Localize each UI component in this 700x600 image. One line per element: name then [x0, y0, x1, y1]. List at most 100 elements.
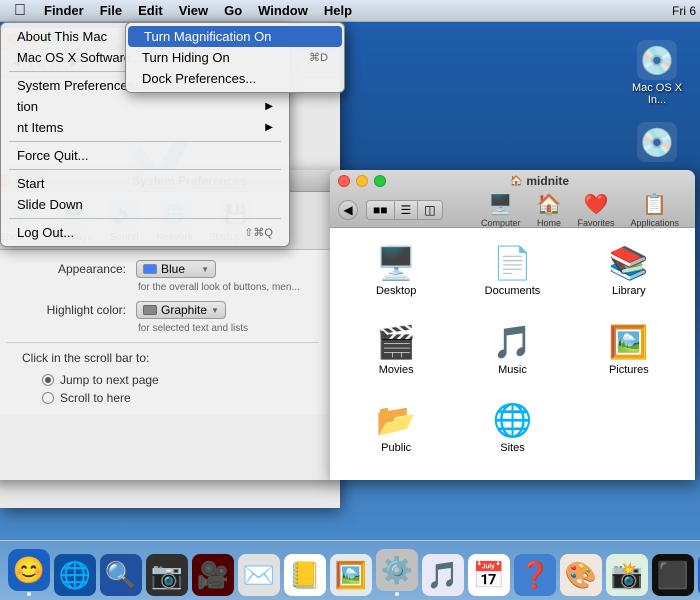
- ical-dock-icon: 📅: [468, 554, 510, 596]
- dock-icon-ical[interactable]: 📅: [468, 554, 510, 596]
- prefs-separator: [6, 342, 319, 343]
- list-item[interactable]: 📚 Library: [573, 238, 685, 313]
- dock-icon-terminal[interactable]: ⬛: [652, 554, 694, 596]
- desktop-folder-icon: 🖥️: [376, 244, 416, 282]
- appearance-hint: for the overall look of buttons, men...: [138, 282, 319, 293]
- dock-icon-mail[interactable]: ✉️: [238, 554, 280, 596]
- dock-icon-sherlock[interactable]: 🔍: [100, 554, 142, 596]
- finder-min-btn[interactable]: [356, 175, 368, 187]
- dock-submenu[interactable]: Turn Magnification On Turn Hiding On ⌘D …: [125, 22, 345, 93]
- dock-icon-itunes[interactable]: 🎵: [422, 554, 464, 596]
- menubar:  Finder File Edit View Go Window Help F…: [0, 0, 700, 22]
- list-item[interactable]: 🎬 Movies: [340, 317, 452, 392]
- highlight-dropdown-arrow: ▼: [211, 306, 219, 315]
- finder-close-btn[interactable]: [338, 175, 350, 187]
- finder-column-view-btn[interactable]: ◫: [418, 201, 441, 219]
- dock-icon-addressbook[interactable]: 📒: [284, 554, 326, 596]
- home-icon-img: 🏠: [537, 192, 562, 217]
- finder-grid: 🖥️ Desktop 📄 Documents 📚 Library 🎬 Movie…: [330, 228, 695, 480]
- highlight-hint: for selected text and lists: [138, 323, 319, 334]
- menu-window[interactable]: Window: [250, 0, 316, 22]
- finder-max-btn[interactable]: [374, 175, 386, 187]
- itunes-dock-icon: 🎵: [422, 554, 464, 596]
- help-dock-icon: ❓: [514, 554, 556, 596]
- menu-edit[interactable]: Edit: [130, 0, 171, 22]
- finder-favorites-icon[interactable]: ❤️ Favorites: [577, 192, 614, 228]
- desktop:  Finder File Edit View Go Window Help F…: [0, 0, 700, 600]
- mail-dock-icon: ✉️: [238, 554, 280, 596]
- submenu-hiding[interactable]: Turn Hiding On ⌘D: [126, 47, 344, 68]
- menu-finder[interactable]: Finder: [36, 0, 92, 22]
- cd-icon: 💿: [637, 122, 677, 162]
- menu-file[interactable]: File: [92, 0, 130, 22]
- preview-dock-icon: 🖼️: [330, 554, 372, 596]
- dock-menu-recent[interactable]: nt Items ▶: [1, 117, 289, 138]
- scroll-here-label: Scroll to here: [60, 391, 131, 405]
- finder-home-icon[interactable]: 🏠 Home: [537, 192, 562, 228]
- finder-back-btn[interactable]: ◀: [338, 200, 358, 220]
- desktop-folder-label: Desktop: [376, 285, 416, 297]
- menu-view[interactable]: View: [171, 0, 216, 22]
- dock-icon-preview[interactable]: 🖼️: [330, 554, 372, 596]
- menu-go[interactable]: Go: [216, 0, 250, 22]
- graphic-dock-icon: 🎨: [560, 554, 602, 596]
- finder-icon-view-btn[interactable]: ■■: [367, 201, 395, 219]
- favorites-label: Favorites: [577, 218, 614, 228]
- scroll-jump-radio[interactable]: [42, 374, 54, 386]
- highlight-color-swatch: [143, 305, 157, 315]
- appearance-value: Blue: [161, 262, 185, 276]
- dock-icon-finder[interactable]: 😊: [8, 549, 50, 596]
- highlight-row: Highlight color: Graphite ▼: [6, 301, 319, 319]
- clock-display: Fri 6: [672, 4, 696, 18]
- list-item[interactable]: 📄 Documents: [456, 238, 568, 313]
- dock-icon-photo2[interactable]: 📸: [606, 554, 648, 596]
- scroll-option-jump[interactable]: Jump to next page: [42, 373, 159, 387]
- scroll-option-here[interactable]: Scroll to here: [42, 391, 159, 405]
- public-folder-icon: 📂: [376, 401, 416, 439]
- dock-icon-qt[interactable]: 🎥: [192, 554, 234, 596]
- home-label: Home: [537, 218, 561, 228]
- dock-icon-ie[interactable]: 🌐: [54, 554, 96, 596]
- appearance-select[interactable]: Blue ▼: [136, 260, 216, 278]
- dock-icon-sysprefs[interactable]: ⚙️: [376, 549, 418, 596]
- list-item[interactable]: 📂 Public: [340, 395, 452, 470]
- scroll-jump-label: Jump to next page: [60, 373, 159, 387]
- dock-menu-start[interactable]: Start: [1, 173, 289, 194]
- dock-icon-graphic[interactable]: 🎨: [560, 554, 602, 596]
- finder-list-view-btn[interactable]: ☰: [395, 201, 419, 219]
- iphoto-dock-icon: 📷: [146, 554, 188, 596]
- list-item[interactable]: 🖥️ Desktop: [340, 238, 452, 313]
- desktop-icon-macos[interactable]: 💿 Mac OS X In...: [622, 40, 692, 106]
- dock: 😊 🌐 🔍 📷 🎥 ✉️ 📒 🖼️ ⚙️ 🎵: [0, 540, 700, 600]
- apple-menu[interactable]: : [4, 0, 36, 22]
- list-item[interactable]: 🖼️ Pictures: [573, 317, 685, 392]
- highlight-select[interactable]: Graphite ▼: [136, 301, 226, 319]
- scroll-here-radio[interactable]: [42, 392, 54, 404]
- dock-icon-help[interactable]: ❓: [514, 554, 556, 596]
- music-folder-icon: 🎵: [493, 323, 533, 361]
- computer-label: Computer: [481, 218, 521, 228]
- appearance-dropdown-arrow: ▼: [201, 265, 209, 274]
- list-item[interactable]: 🌐 Sites: [456, 395, 568, 470]
- menu-help[interactable]: Help: [316, 0, 360, 22]
- list-item[interactable]: 🎵 Music: [456, 317, 568, 392]
- sysprefs-dock-dot: [395, 592, 399, 596]
- pictures-folder-label: Pictures: [609, 364, 649, 376]
- submenu-dock-prefs[interactable]: Dock Preferences...: [126, 68, 344, 89]
- desktop-icon-cd[interactable]: 💿: [637, 122, 677, 164]
- dock-icon-iphoto[interactable]: 📷: [146, 554, 188, 596]
- dock-menu-logout[interactable]: Log Out... ⇧⌘Q: [1, 222, 289, 243]
- appearance-row: Appearance: Blue ▼: [6, 260, 319, 278]
- documents-folder-label: Documents: [485, 285, 541, 297]
- dock-menu-logout-shortcut: ⇧⌘Q: [244, 226, 273, 239]
- finder-computer-icon[interactable]: 🖥️ Computer: [481, 192, 521, 228]
- finder-applications-icon[interactable]: 📋 Applications: [630, 192, 679, 228]
- dock-menu-slide-down[interactable]: Slide Down: [1, 194, 289, 215]
- dock-menu-tion[interactable]: tion ▶: [1, 96, 289, 117]
- dock-menu-sep-4: [9, 218, 281, 219]
- finder-toolbar-icons: 🖥️ Computer 🏠 Home ❤️ Favorites 📋 Applic…: [481, 192, 679, 228]
- submenu-magnification[interactable]: Turn Magnification On: [128, 26, 342, 47]
- sites-folder-label: Sites: [500, 442, 524, 454]
- sites-folder-icon: 🌐: [493, 401, 533, 439]
- dock-menu-force-quit[interactable]: Force Quit...: [1, 145, 289, 166]
